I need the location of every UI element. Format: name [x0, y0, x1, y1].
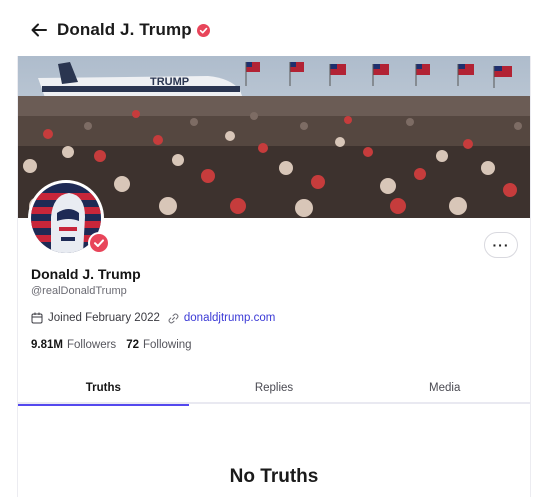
- calendar-icon: [31, 312, 43, 324]
- avatar[interactable]: [28, 180, 110, 256]
- tab-truths[interactable]: Truths: [18, 372, 189, 406]
- joined-date: Joined February 2022: [48, 312, 160, 324]
- profile-card: TRUMP ··· Donald J. Trump @realDonaldTru…: [17, 56, 531, 497]
- followers-label[interactable]: Followers: [67, 339, 116, 351]
- display-name: Donald J. Trump: [31, 266, 141, 282]
- username-handle: @realDonaldTrump: [31, 285, 127, 297]
- verified-badge-icon: [88, 232, 110, 254]
- profile-page: Donald J. Trump TRUMP ··· Donald J. Trum…: [0, 0, 550, 497]
- profile-tabs: Truths Replies Media: [18, 372, 530, 406]
- follow-counts: 9.81M Followers 72 Following: [31, 339, 192, 351]
- more-options-button[interactable]: ···: [484, 232, 518, 258]
- profile-meta: Joined February 2022 donaldjtrump.com: [31, 312, 275, 324]
- website-link[interactable]: donaldjtrump.com: [184, 312, 275, 324]
- followers-count[interactable]: 9.81M: [31, 339, 63, 351]
- following-label[interactable]: Following: [143, 339, 192, 351]
- tab-replies[interactable]: Replies: [189, 372, 360, 404]
- svg-text:TRUMP: TRUMP: [150, 76, 189, 88]
- following-count[interactable]: 72: [126, 339, 139, 351]
- verified-badge-icon: [196, 23, 210, 37]
- arrow-left-icon[interactable]: [30, 21, 48, 39]
- page-title: Donald J. Trump: [57, 20, 192, 39]
- page-header: Donald J. Trump: [30, 18, 210, 42]
- tab-media[interactable]: Media: [359, 372, 530, 404]
- empty-state-title: No Truths: [229, 466, 319, 487]
- link-icon: [168, 313, 179, 324]
